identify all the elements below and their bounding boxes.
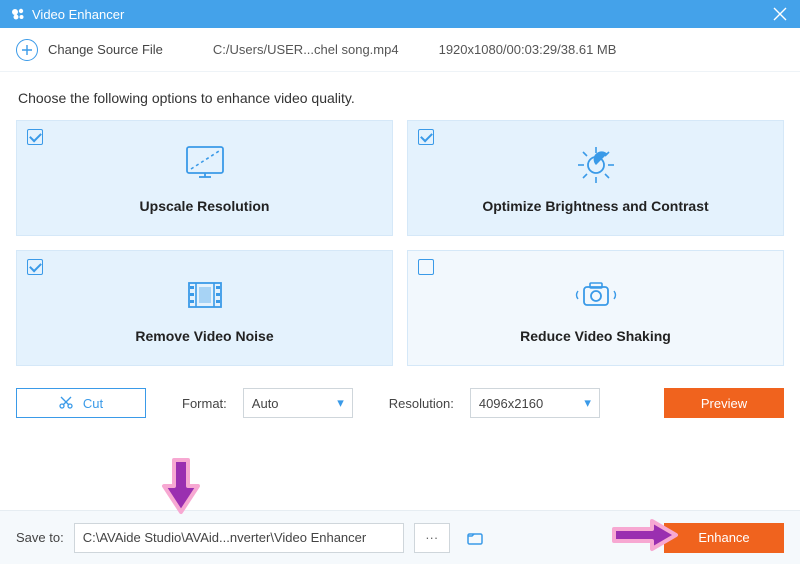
save-to-label: Save to: (16, 530, 64, 545)
option-label: Optimize Brightness and Contrast (482, 198, 708, 214)
save-row: Save to: C:\AVAide Studio\AVAid...nverte… (0, 510, 800, 564)
enhance-button[interactable]: Enhance (664, 523, 784, 553)
option-upscale-resolution[interactable]: Upscale Resolution (16, 120, 393, 236)
dots-label: ··· (425, 530, 438, 545)
cut-button[interactable]: Cut (16, 388, 146, 418)
change-source-button[interactable]: Change Source File (48, 42, 163, 57)
format-select[interactable]: Auto ▾ (243, 388, 353, 418)
option-brightness-contrast[interactable]: Optimize Brightness and Contrast (407, 120, 784, 236)
shaking-icon (568, 272, 624, 318)
save-path-input[interactable]: C:\AVAide Studio\AVAid...nverter\Video E… (74, 523, 404, 553)
enhance-label: Enhance (698, 530, 749, 545)
resolution-value: 4096x2160 (479, 396, 543, 411)
option-reduce-shaking[interactable]: Reduce Video Shaking (407, 250, 784, 366)
format-value: Auto (252, 396, 279, 411)
annotation-arrow-down-icon (160, 456, 202, 516)
close-button[interactable] (770, 4, 790, 24)
open-folder-button[interactable] (460, 523, 490, 553)
resolution-select[interactable]: 4096x2160 ▾ (470, 388, 600, 418)
instruction-text: Choose the following options to enhance … (0, 72, 800, 114)
scissors-icon (59, 395, 73, 412)
brightness-icon (568, 142, 624, 188)
upscale-icon (177, 142, 233, 188)
options-grid: Upscale Resolution Optimize Brightness a… (0, 114, 800, 366)
option-label: Remove Video Noise (135, 328, 273, 344)
checkbox-icon[interactable] (418, 129, 434, 145)
checkbox-icon[interactable] (27, 129, 43, 145)
option-label: Reduce Video Shaking (520, 328, 671, 344)
chevron-down-icon: ▾ (337, 395, 344, 411)
format-label: Format: (182, 396, 227, 411)
source-bar: Change Source File C:/Users/USER...chel … (0, 28, 800, 72)
chevron-down-icon: ▾ (584, 395, 591, 411)
add-source-icon[interactable] (16, 39, 38, 61)
folder-icon (466, 529, 484, 547)
source-path: C:/Users/USER...chel song.mp4 (213, 42, 399, 57)
resolution-label: Resolution: (389, 396, 454, 411)
noise-icon (177, 272, 233, 318)
titlebar: Video Enhancer (0, 0, 800, 28)
preview-button[interactable]: Preview (664, 388, 784, 418)
app-title: Video Enhancer (32, 7, 770, 22)
option-label: Upscale Resolution (140, 198, 270, 214)
app-icon (10, 6, 26, 22)
browse-button[interactable]: ··· (414, 523, 450, 553)
checkbox-icon[interactable] (418, 259, 434, 275)
preview-label: Preview (701, 396, 747, 411)
toolbar: Cut Format: Auto ▾ Resolution: 4096x2160… (0, 366, 800, 422)
checkbox-icon[interactable] (27, 259, 43, 275)
source-stats: 1920x1080/00:03:29/38.61 MB (439, 42, 617, 57)
save-path-value: C:\AVAide Studio\AVAid...nverter\Video E… (83, 530, 367, 545)
option-remove-noise[interactable]: Remove Video Noise (16, 250, 393, 366)
cut-label: Cut (83, 396, 103, 411)
